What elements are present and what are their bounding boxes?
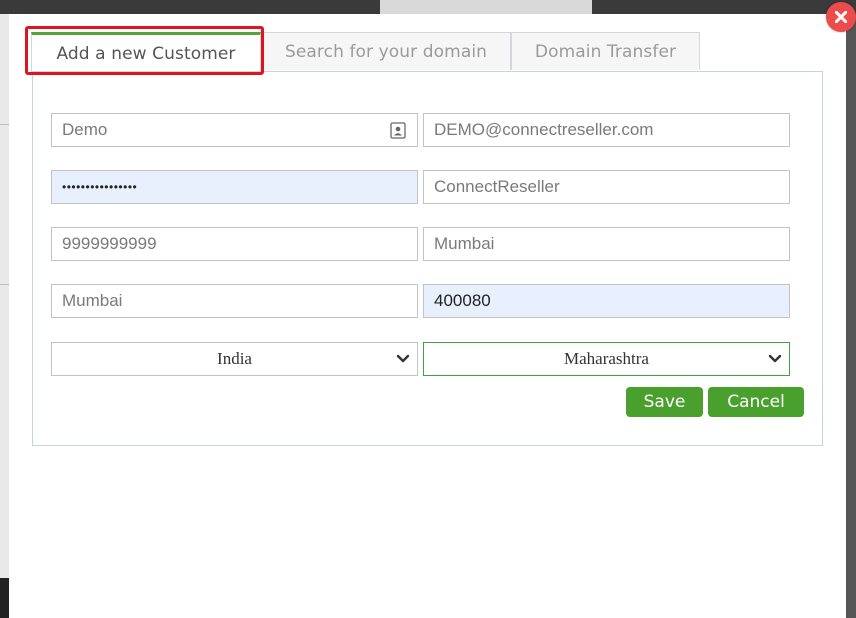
name-input[interactable]: Demo [51,113,418,147]
chevron-down-icon [768,354,782,363]
email-input-value: DEMO@connectreseller.com [434,120,654,139]
close-button[interactable] [826,2,856,32]
backdrop-left [0,14,9,618]
save-button[interactable]: Save [626,387,703,417]
city-input[interactable]: Mumbai [51,284,418,318]
address-input[interactable]: Mumbai [423,227,790,261]
country-select-value: India [217,349,252,368]
email-input[interactable]: DEMO@connectreseller.com [423,113,790,147]
tab-add-customer[interactable]: Add a new Customer [31,32,261,72]
name-input-value: Demo [62,120,108,139]
zip-input[interactable]: 400080 [423,284,790,318]
close-icon [835,11,847,23]
tab-search-domain[interactable]: Search for your domain [261,32,511,70]
city-input-value: Mumbai [62,291,123,310]
address-input-value: Mumbai [434,234,495,253]
phone-input[interactable]: 9999999999 [51,227,418,261]
company-input[interactable]: ConnectReseller [423,170,790,204]
phone-input-value: 9999999999 [62,234,157,253]
password-input-value: •••••••••••••••• [62,180,138,194]
contact-card-icon[interactable] [390,122,406,139]
backdrop-top-light [380,0,592,14]
backdrop-divider [0,284,9,285]
password-input[interactable]: •••••••••••••••• [51,170,418,204]
tab-domain-transfer[interactable]: Domain Transfer [511,32,700,70]
country-select[interactable]: India [51,342,418,376]
backdrop-bottom [0,578,9,618]
state-select-value: Maharashtra [564,349,649,368]
backdrop-right [846,14,856,618]
company-input-value: ConnectReseller [434,177,560,196]
zip-input-value: 400080 [434,291,491,310]
state-select[interactable]: Maharashtra [423,342,790,376]
backdrop-divider [0,124,9,125]
chevron-down-icon [396,354,410,363]
cancel-button[interactable]: Cancel [708,387,804,417]
